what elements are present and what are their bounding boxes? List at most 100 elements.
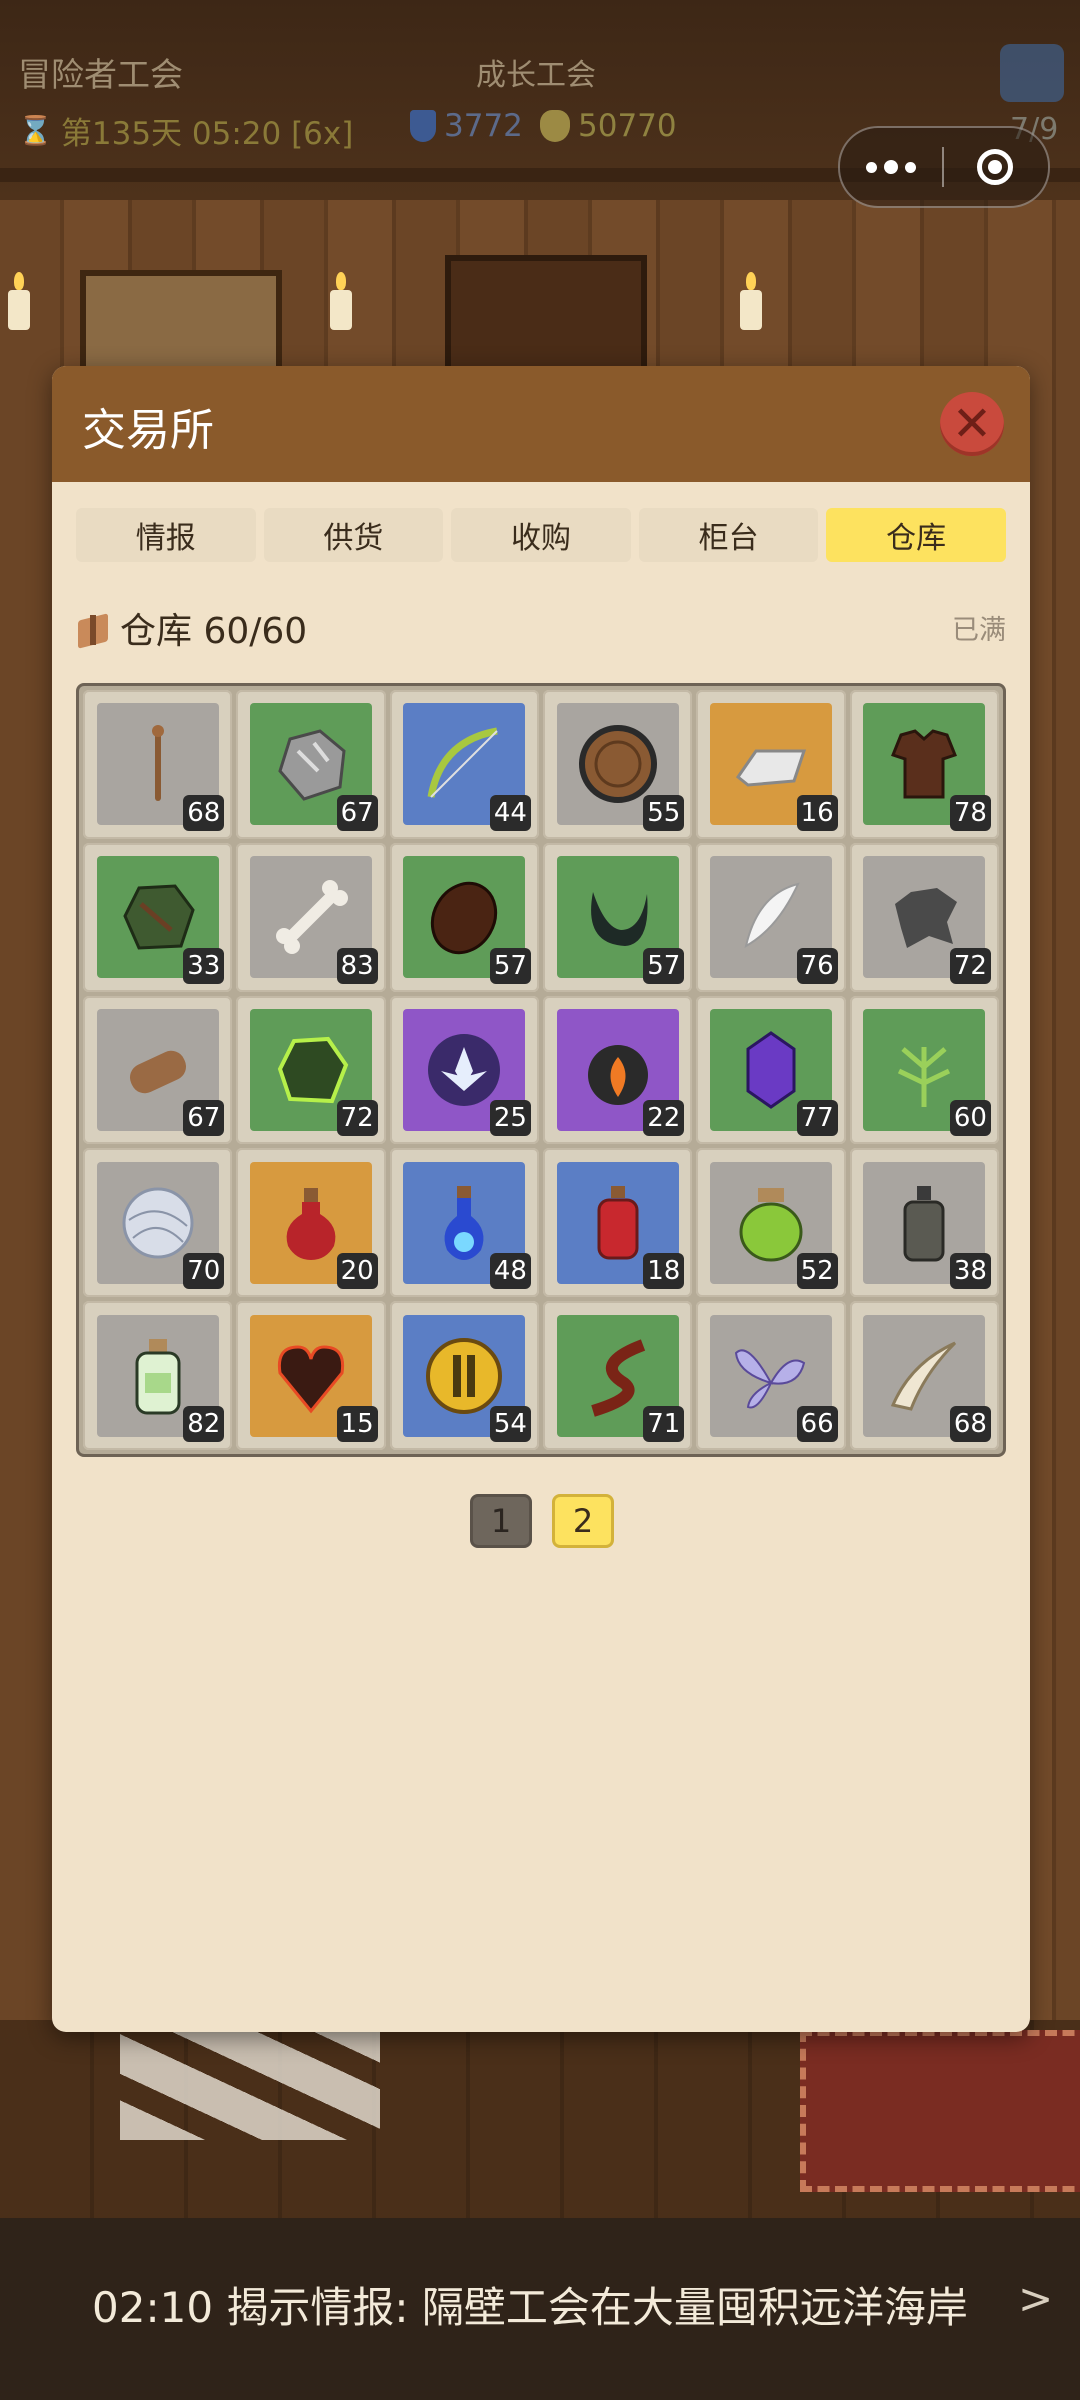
miniprogram-capsule	[838, 126, 1050, 208]
close-button[interactable]: ✕	[940, 392, 1004, 456]
close-miniprogram-button[interactable]	[944, 149, 1046, 185]
item-quantity: 18	[643, 1253, 685, 1290]
settings-button[interactable]	[1000, 44, 1064, 102]
inventory-slot[interactable]: 72	[236, 995, 386, 1145]
item-quantity: 20	[336, 1253, 378, 1290]
item-quantity: 22	[643, 1100, 685, 1137]
item-quantity: 78	[949, 794, 991, 831]
notice-board	[80, 270, 282, 372]
warehouse-header: 仓库 60/60	[78, 602, 307, 654]
inventory-slot[interactable]: 54	[389, 1301, 539, 1450]
target-icon	[977, 149, 1013, 185]
inventory-slot[interactable]: 72	[849, 842, 999, 992]
inventory-slot[interactable]: 82	[83, 1301, 233, 1450]
item-quantity: 38	[949, 1253, 991, 1290]
dot-icon	[905, 161, 916, 173]
item-quantity: 82	[183, 1406, 225, 1442]
item-quantity: 57	[489, 947, 531, 984]
item-quantity: 72	[949, 947, 991, 984]
inventory-slot[interactable]: 48	[389, 1148, 539, 1298]
tab-warehouse[interactable]: 仓库	[826, 508, 1006, 562]
shield-icon	[410, 110, 436, 142]
item-quantity: 44	[489, 794, 531, 831]
tab-counter[interactable]: 柜台	[638, 508, 819, 562]
news-ticker[interactable]: 02:10 揭示情报: 隔壁工会在大量囤积远洋海岸 >	[0, 2218, 1080, 2400]
tab-purchase[interactable]: 收购	[451, 508, 631, 562]
day-text: 第135天 05:20 [6x]	[60, 116, 354, 152]
inventory-slot[interactable]: 68	[83, 690, 233, 839]
inventory-slot[interactable]: 60	[849, 995, 999, 1145]
reputation-stat: 3772	[410, 108, 523, 144]
inventory-slot[interactable]: 33	[83, 842, 233, 992]
inventory-slot[interactable]: 67	[83, 995, 233, 1145]
chevron-right-icon[interactable]: >	[1018, 2274, 1053, 2323]
inventory-slot[interactable]: 38	[849, 1148, 999, 1298]
item-quantity: 16	[796, 794, 838, 831]
item-quantity: 15	[336, 1406, 378, 1442]
back-door	[445, 255, 647, 377]
tab-intel[interactable]: 情报	[76, 508, 256, 562]
inventory-slot[interactable]: 78	[849, 690, 999, 839]
candle-icon	[8, 272, 30, 330]
item-quantity: 68	[183, 794, 225, 831]
item-quantity: 83	[336, 947, 378, 984]
inventory-slot[interactable]: 66	[696, 1301, 846, 1450]
tab-supply[interactable]: 供货	[263, 508, 444, 562]
tab-bar: 情报 供货 收购 柜台 仓库	[76, 508, 1006, 562]
inventory-grid: 68 67 44 55 16 78 33 83 57 57 76 72 67 72 25 22 77 60 70 20…	[76, 683, 1006, 1457]
dot-icon	[866, 161, 877, 173]
hourglass-icon: ⌛	[18, 114, 53, 147]
item-quantity: 77	[796, 1100, 838, 1137]
item-quantity: 54	[489, 1406, 531, 1442]
status-badge: 已满	[952, 615, 1006, 646]
inventory-slot[interactable]: 25	[389, 995, 539, 1145]
gold-value: 50770	[578, 108, 677, 144]
inventory-slot[interactable]: 44	[389, 690, 539, 839]
inventory-slot[interactable]: 15	[236, 1301, 386, 1450]
item-quantity: 72	[336, 1100, 378, 1137]
item-quantity: 52	[796, 1253, 838, 1290]
inventory-slot[interactable]: 67	[236, 690, 386, 839]
candle-icon	[740, 272, 762, 330]
item-quantity: 33	[183, 947, 225, 984]
inventory-slot[interactable]: 57	[389, 842, 539, 992]
item-quantity: 67	[183, 1100, 225, 1137]
guild-name: 冒险者工会	[18, 55, 183, 94]
warehouse-title: 仓库 60/60	[120, 611, 308, 652]
scattered-letters	[120, 2030, 380, 2140]
money-bag-icon	[540, 110, 570, 142]
item-quantity: 55	[643, 794, 685, 831]
inventory-slot[interactable]: 71	[542, 1301, 693, 1450]
item-quantity: 25	[489, 1100, 531, 1137]
inventory-slot[interactable]: 77	[696, 995, 846, 1145]
item-quantity: 60	[949, 1100, 991, 1137]
item-quantity: 68	[949, 1406, 991, 1442]
inventory-slot[interactable]: 16	[696, 690, 846, 839]
inventory-slot[interactable]: 18	[542, 1148, 693, 1298]
dot-icon	[884, 160, 898, 174]
inventory-slot[interactable]: 55	[542, 690, 693, 839]
candle-icon	[330, 272, 352, 330]
close-icon: ✕	[951, 396, 993, 452]
rug	[800, 2030, 1080, 2192]
dialog-title: 交易所	[82, 405, 214, 456]
inventory-slot[interactable]: 52	[696, 1148, 846, 1298]
inventory-slot[interactable]: 57	[542, 842, 693, 992]
item-quantity: 48	[489, 1253, 531, 1290]
page-2-button[interactable]: 2	[552, 1494, 614, 1548]
inventory-slot[interactable]: 22	[542, 995, 693, 1145]
reputation-value: 3772	[444, 108, 523, 144]
gold-stat: 50770	[540, 108, 677, 144]
inventory-slot[interactable]: 68	[849, 1301, 999, 1450]
item-quantity: 70	[183, 1253, 225, 1290]
item-quantity: 71	[643, 1406, 685, 1442]
inventory-slot[interactable]: 76	[696, 842, 846, 992]
inventory-slot[interactable]: 20	[236, 1148, 386, 1298]
more-button[interactable]	[840, 160, 942, 174]
guild-rank: 成长工会	[476, 58, 596, 93]
inventory-slot[interactable]: 70	[83, 1148, 233, 1298]
page-1-button[interactable]: 1	[470, 1494, 532, 1548]
item-quantity: 67	[336, 794, 378, 831]
ticker-text: 02:10 揭示情报: 隔壁工会在大量囤积远洋海岸	[92, 2283, 968, 2332]
inventory-slot[interactable]: 83	[236, 842, 386, 992]
